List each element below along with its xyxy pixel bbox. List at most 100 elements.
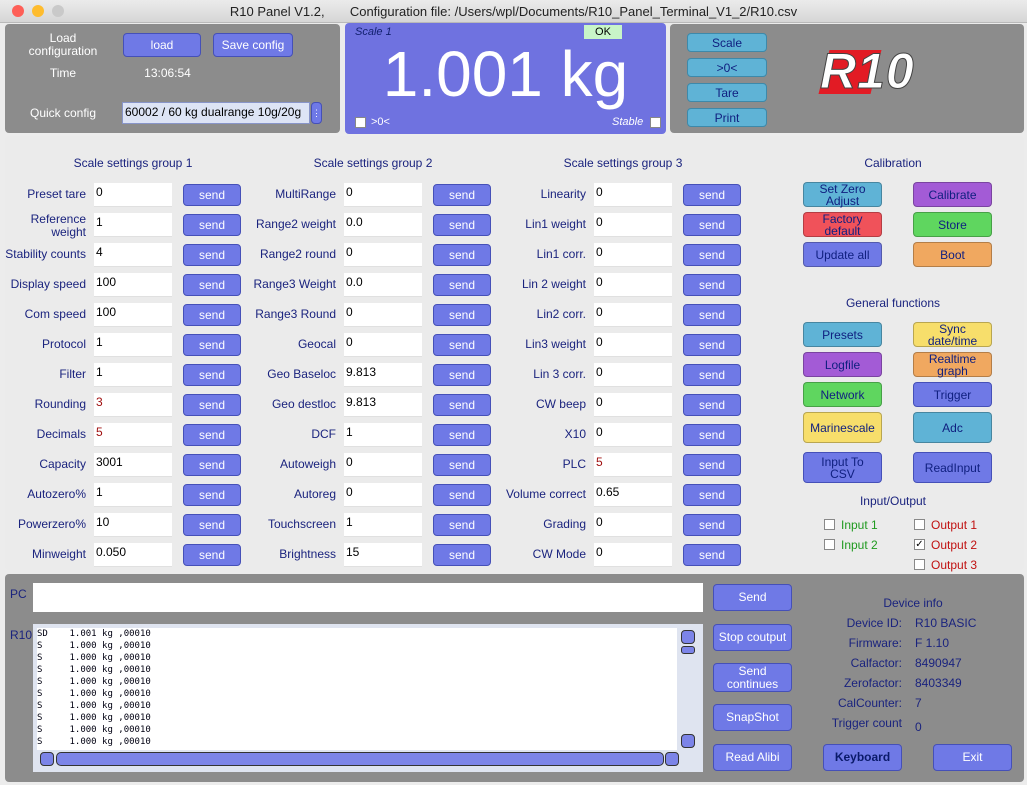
weight-display: Scale 1 OK 1.001 kg >0< Stable [345, 23, 666, 134]
scale-button[interactable]: Scale [687, 33, 767, 52]
horizontal-scrollbar-thumb[interactable] [56, 752, 664, 766]
send-button[interactable]: send [683, 484, 741, 506]
calibration-button[interactable]: Set Zero Adjust [803, 182, 882, 207]
save-config-button[interactable]: Save config [213, 33, 293, 57]
device-info-value: 8403349 [915, 676, 962, 690]
setting-label: Lin3 weight [525, 337, 586, 351]
device-info-label: Zerofactor: [843, 676, 902, 690]
zero-button[interactable]: >0< [687, 58, 767, 77]
zero-indicator-checkbox [355, 117, 366, 128]
calibration-button[interactable]: Store [913, 212, 992, 237]
device-info-label: CalCounter: [837, 696, 902, 710]
scale-control-panel: Scale >0< Tare Print R10 [670, 24, 1024, 133]
calibration-button[interactable]: Update all [803, 242, 882, 267]
send-button[interactable]: Send [713, 584, 792, 611]
setting-input[interactable]: 0 [594, 273, 672, 297]
send-button[interactable]: send [683, 214, 741, 236]
output-2-label: Output 2 [931, 538, 978, 552]
calibration-button[interactable]: Boot [913, 242, 992, 267]
r10-logo: R10 [818, 43, 950, 100]
pc-input[interactable] [33, 583, 703, 612]
function-button[interactable]: Adc [913, 412, 992, 443]
send-button[interactable]: send [683, 244, 741, 266]
load-button[interactable]: load [123, 33, 201, 57]
window-title: R10 Panel V1.2, Configuration file: /Use… [229, 4, 798, 19]
send-button[interactable]: send [683, 454, 741, 476]
function-button[interactable]: Presets [803, 322, 882, 347]
quick-config-select[interactable]: 60002 / 60 kg dualrange 10g/20g [122, 102, 310, 124]
device-info-value: 8490947 [915, 656, 962, 670]
device-info-value: F 1.10 [915, 636, 950, 650]
setting-input[interactable]: 5 [594, 453, 672, 477]
output-1-checkbox[interactable] [914, 519, 925, 530]
function-button[interactable]: ReadInput [913, 452, 992, 483]
setting-input[interactable]: 0 [594, 183, 672, 207]
device-info-label: Device ID: [846, 616, 902, 630]
quick-config-dropdown-icon[interactable]: ⋮ [311, 102, 322, 124]
setting-label: Linearity [540, 187, 586, 201]
vertical-scrollbar-thumb[interactable] [681, 646, 695, 654]
send-button[interactable]: send [683, 394, 741, 416]
setting-label: X10 [564, 427, 586, 441]
setting-input[interactable]: 0 [594, 513, 672, 537]
send-button[interactable]: send [683, 334, 741, 356]
pc-label: PC [10, 587, 27, 601]
input-2-checkbox[interactable] [824, 539, 835, 550]
calibration-button[interactable]: Factory default [803, 212, 882, 237]
setting-input[interactable]: 0 [594, 423, 672, 447]
function-button[interactable]: Realtime graph [913, 352, 992, 377]
console-output: SD 1.001 kg ,00010 S 1.000 kg ,00010 S 1.0… [37, 628, 677, 750]
scroll-left-icon[interactable] [40, 752, 54, 766]
device-info-value: 7 [915, 696, 922, 710]
setting-input[interactable]: 0.65 [594, 483, 672, 507]
console-line: S 1.000 kg ,00010 [37, 713, 151, 723]
send-button[interactable]: send [683, 184, 741, 206]
tare-button[interactable]: Tare [687, 83, 767, 102]
scroll-up-icon[interactable] [681, 630, 695, 644]
setting-label: Lin1 corr. [536, 247, 586, 261]
general-functions-title: General functions [845, 296, 941, 310]
time-label: Time [49, 66, 77, 80]
scroll-right-icon[interactable] [665, 752, 679, 766]
io-title: Input/Output [859, 494, 927, 508]
send-button[interactable]: send [683, 304, 741, 326]
function-button[interactable]: Trigger [913, 382, 992, 407]
calibration-title: Calibration [864, 156, 922, 170]
function-button[interactable]: Marinescale [803, 412, 882, 443]
read-alibi-button[interactable]: Read Alibi [713, 744, 792, 771]
setting-input[interactable]: 0 [594, 243, 672, 267]
send-button[interactable]: send [683, 274, 741, 296]
function-button[interactable]: Sync date/time [913, 322, 992, 347]
input-1-checkbox[interactable] [824, 519, 835, 530]
setting-input[interactable]: 0 [594, 213, 672, 237]
scroll-down-icon[interactable] [681, 734, 695, 748]
exit-button[interactable]: Exit [933, 744, 1012, 771]
output-3-checkbox[interactable] [914, 559, 925, 570]
setting-input[interactable]: 0 [594, 543, 672, 567]
function-button[interactable]: Input To CSV [803, 452, 882, 483]
keyboard-button[interactable]: Keyboard [823, 744, 902, 771]
print-button[interactable]: Print [687, 108, 767, 127]
config-panel: Load configuration load Save config Time… [5, 24, 340, 133]
setting-input[interactable]: 0 [594, 333, 672, 357]
setting-input[interactable]: 0 [594, 363, 672, 387]
setting-input[interactable]: 0 [594, 303, 672, 327]
setting-label: CW Mode [532, 547, 586, 561]
device-info-label: Firmware: [848, 636, 902, 650]
calibration-button[interactable]: Calibrate [913, 182, 992, 207]
console-line: S 1.000 kg ,00010 [37, 677, 151, 687]
setting-input[interactable]: 0 [594, 393, 672, 417]
send-button[interactable]: send [683, 364, 741, 386]
setting-label: Grading [543, 517, 586, 531]
setting-label: Lin 3 corr. [533, 367, 586, 381]
setting-label: Lin 2 weight [521, 277, 586, 291]
send-button[interactable]: send [683, 424, 741, 446]
send-button[interactable]: send [683, 544, 741, 566]
r10-label: R10 [10, 628, 33, 642]
output-2-checkbox[interactable]: ✓ [914, 539, 925, 550]
logo-text: R10 [820, 43, 915, 100]
function-button[interactable]: Logfile [803, 352, 882, 377]
function-button[interactable]: Network [803, 382, 882, 407]
send-button[interactable]: send [683, 514, 741, 536]
device-info-value: 0 [915, 720, 922, 734]
